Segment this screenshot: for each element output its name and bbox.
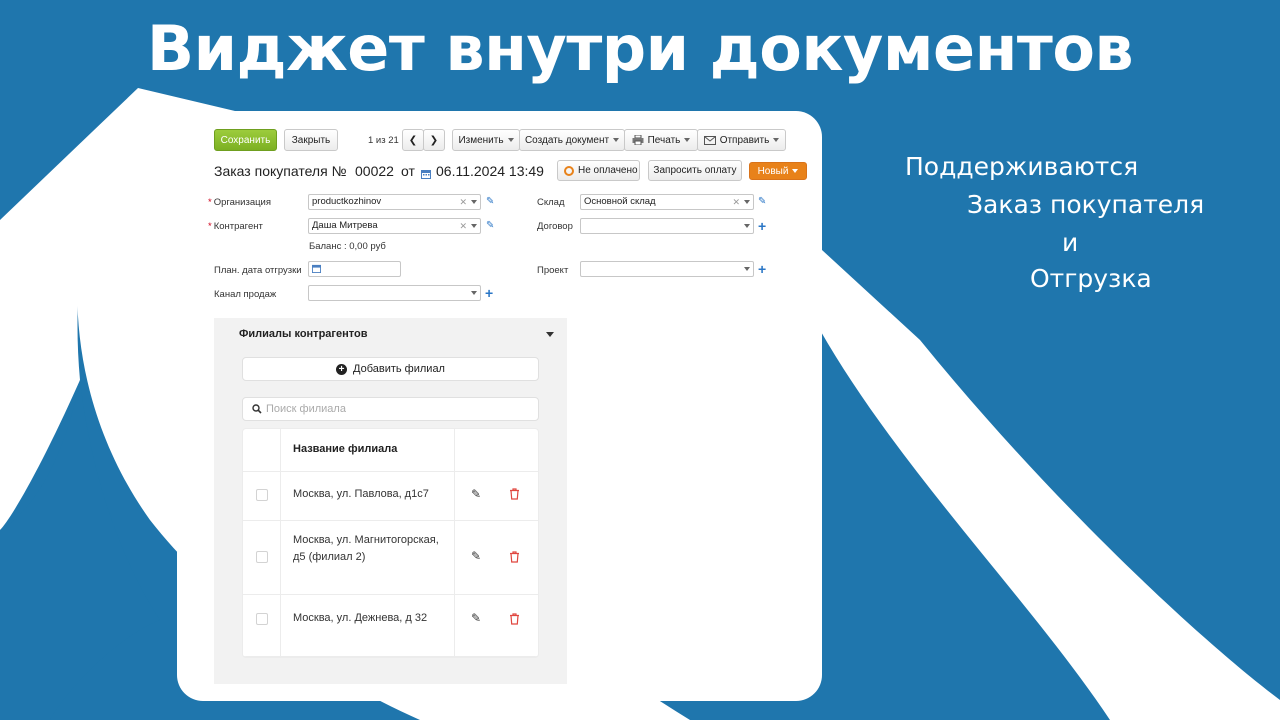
pencil-icon[interactable]: ✎ [486,220,494,231]
edit-icon[interactable]: ✎ [471,549,481,563]
edit-icon[interactable]: ✎ [471,487,481,501]
add-channel-plus-icon[interactable]: + [485,286,493,300]
warehouse-field[interactable]: Основной склад ✕ [580,194,754,210]
payment-status-button[interactable]: Не оплачено [557,160,640,181]
chevron-right-icon: ❯ [429,134,439,146]
branches-table: Название филиала Москва, ул. Павлова, д1… [242,428,539,658]
envelope-icon [703,135,716,145]
calendar-icon[interactable] [312,264,321,273]
search-icon [252,404,262,414]
print-button[interactable]: Печать [624,129,698,151]
column-header-name: Название филиала [293,443,398,455]
branch-search-input[interactable]: Поиск филиала [242,397,539,421]
date-from-label: от [401,163,415,179]
calendar-icon[interactable] [421,166,431,184]
branch-name: Москва, ул. Павлова, д1с7 [293,488,429,500]
supported-order: Заказ покупателя [967,190,1205,219]
clear-icon[interactable]: ✕ [459,219,467,233]
caret-down-icon [792,169,799,173]
caret-down-icon [684,138,691,142]
caret-down-icon[interactable] [471,291,477,295]
supported-shipment: Отгрузка [1030,264,1152,293]
organization-field[interactable]: productkozhinov ✕ [308,194,481,210]
supported-and: и [1062,228,1079,257]
caret-down-icon [773,138,780,142]
balance-text: Баланс : 0,00 руб [309,241,386,252]
pencil-icon[interactable]: ✎ [486,196,494,207]
printer-icon [632,135,644,145]
supported-label: Поддерживаются [905,152,1139,181]
contract-label: Договор [537,221,573,232]
contractor-field[interactable]: Даша Митрева ✕ [308,218,481,234]
next-button[interactable]: ❯ [423,129,445,151]
send-button[interactable]: Отправить [697,129,786,151]
status-circle-icon [564,165,574,176]
pencil-icon[interactable]: ✎ [758,196,766,207]
row-checkbox[interactable] [256,489,268,501]
organization-label: * Организация [208,197,271,208]
caret-down-icon[interactable] [744,224,750,228]
edit-menu-button[interactable]: Изменить [452,129,520,151]
slide-headline: Виджет внутри документов [146,12,1134,85]
sales-channel-field[interactable] [308,285,481,301]
save-button[interactable]: Сохранить [214,129,277,151]
add-project-plus-icon[interactable]: + [758,262,766,276]
widget-title: Филиалы контрагентов [239,328,368,340]
plus-circle-icon: + [336,363,348,375]
project-field[interactable] [580,261,754,277]
branch-name: Москва, ул. Магнитогорская, д5 (филиал 2… [293,534,439,563]
trash-icon[interactable] [509,551,520,563]
branch-name: Москва, ул. Дежнева, д 32 [293,612,428,624]
ship-date-label: План. дата отгрузки [214,265,302,276]
add-contract-plus-icon[interactable]: + [758,219,766,233]
create-document-button[interactable]: Создать документ [519,129,625,151]
caret-down-icon [507,138,514,142]
sales-channel-label: Канал продаж [214,289,277,300]
pager-text: 1 из 21 [368,135,399,146]
row-checkbox[interactable] [256,613,268,625]
request-payment-button[interactable]: Запросить оплату [648,160,742,181]
clear-icon[interactable]: ✕ [459,195,467,209]
prev-button[interactable]: ❮ [402,129,424,151]
edit-icon[interactable]: ✎ [471,611,481,625]
clear-icon[interactable]: ✕ [732,195,740,209]
warehouse-label: Склад [537,197,565,208]
collapse-caret-icon[interactable] [546,332,554,337]
caret-down-icon[interactable] [471,200,477,204]
contractor-label: * Контрагент [208,221,263,232]
row-checkbox[interactable] [256,551,268,563]
add-branch-button[interactable]: + Добавить филиал [242,357,539,381]
ship-date-field[interactable] [308,261,401,277]
document-date[interactable]: 06.11.2024 13:49 [436,163,544,179]
document-number[interactable]: 00022 [355,163,394,179]
trash-icon[interactable] [509,488,520,500]
chevron-left-icon: ❮ [408,134,418,146]
document-title: Заказ покупателя № [214,163,347,179]
caret-down-icon[interactable] [744,267,750,271]
document-state-button[interactable]: Новый [749,162,807,180]
project-label: Проект [537,265,569,276]
contract-field[interactable] [580,218,754,234]
close-button[interactable]: Закрыть [284,129,338,151]
trash-icon[interactable] [509,613,520,625]
caret-down-icon [613,138,620,142]
caret-down-icon[interactable] [744,200,750,204]
caret-down-icon[interactable] [471,224,477,228]
